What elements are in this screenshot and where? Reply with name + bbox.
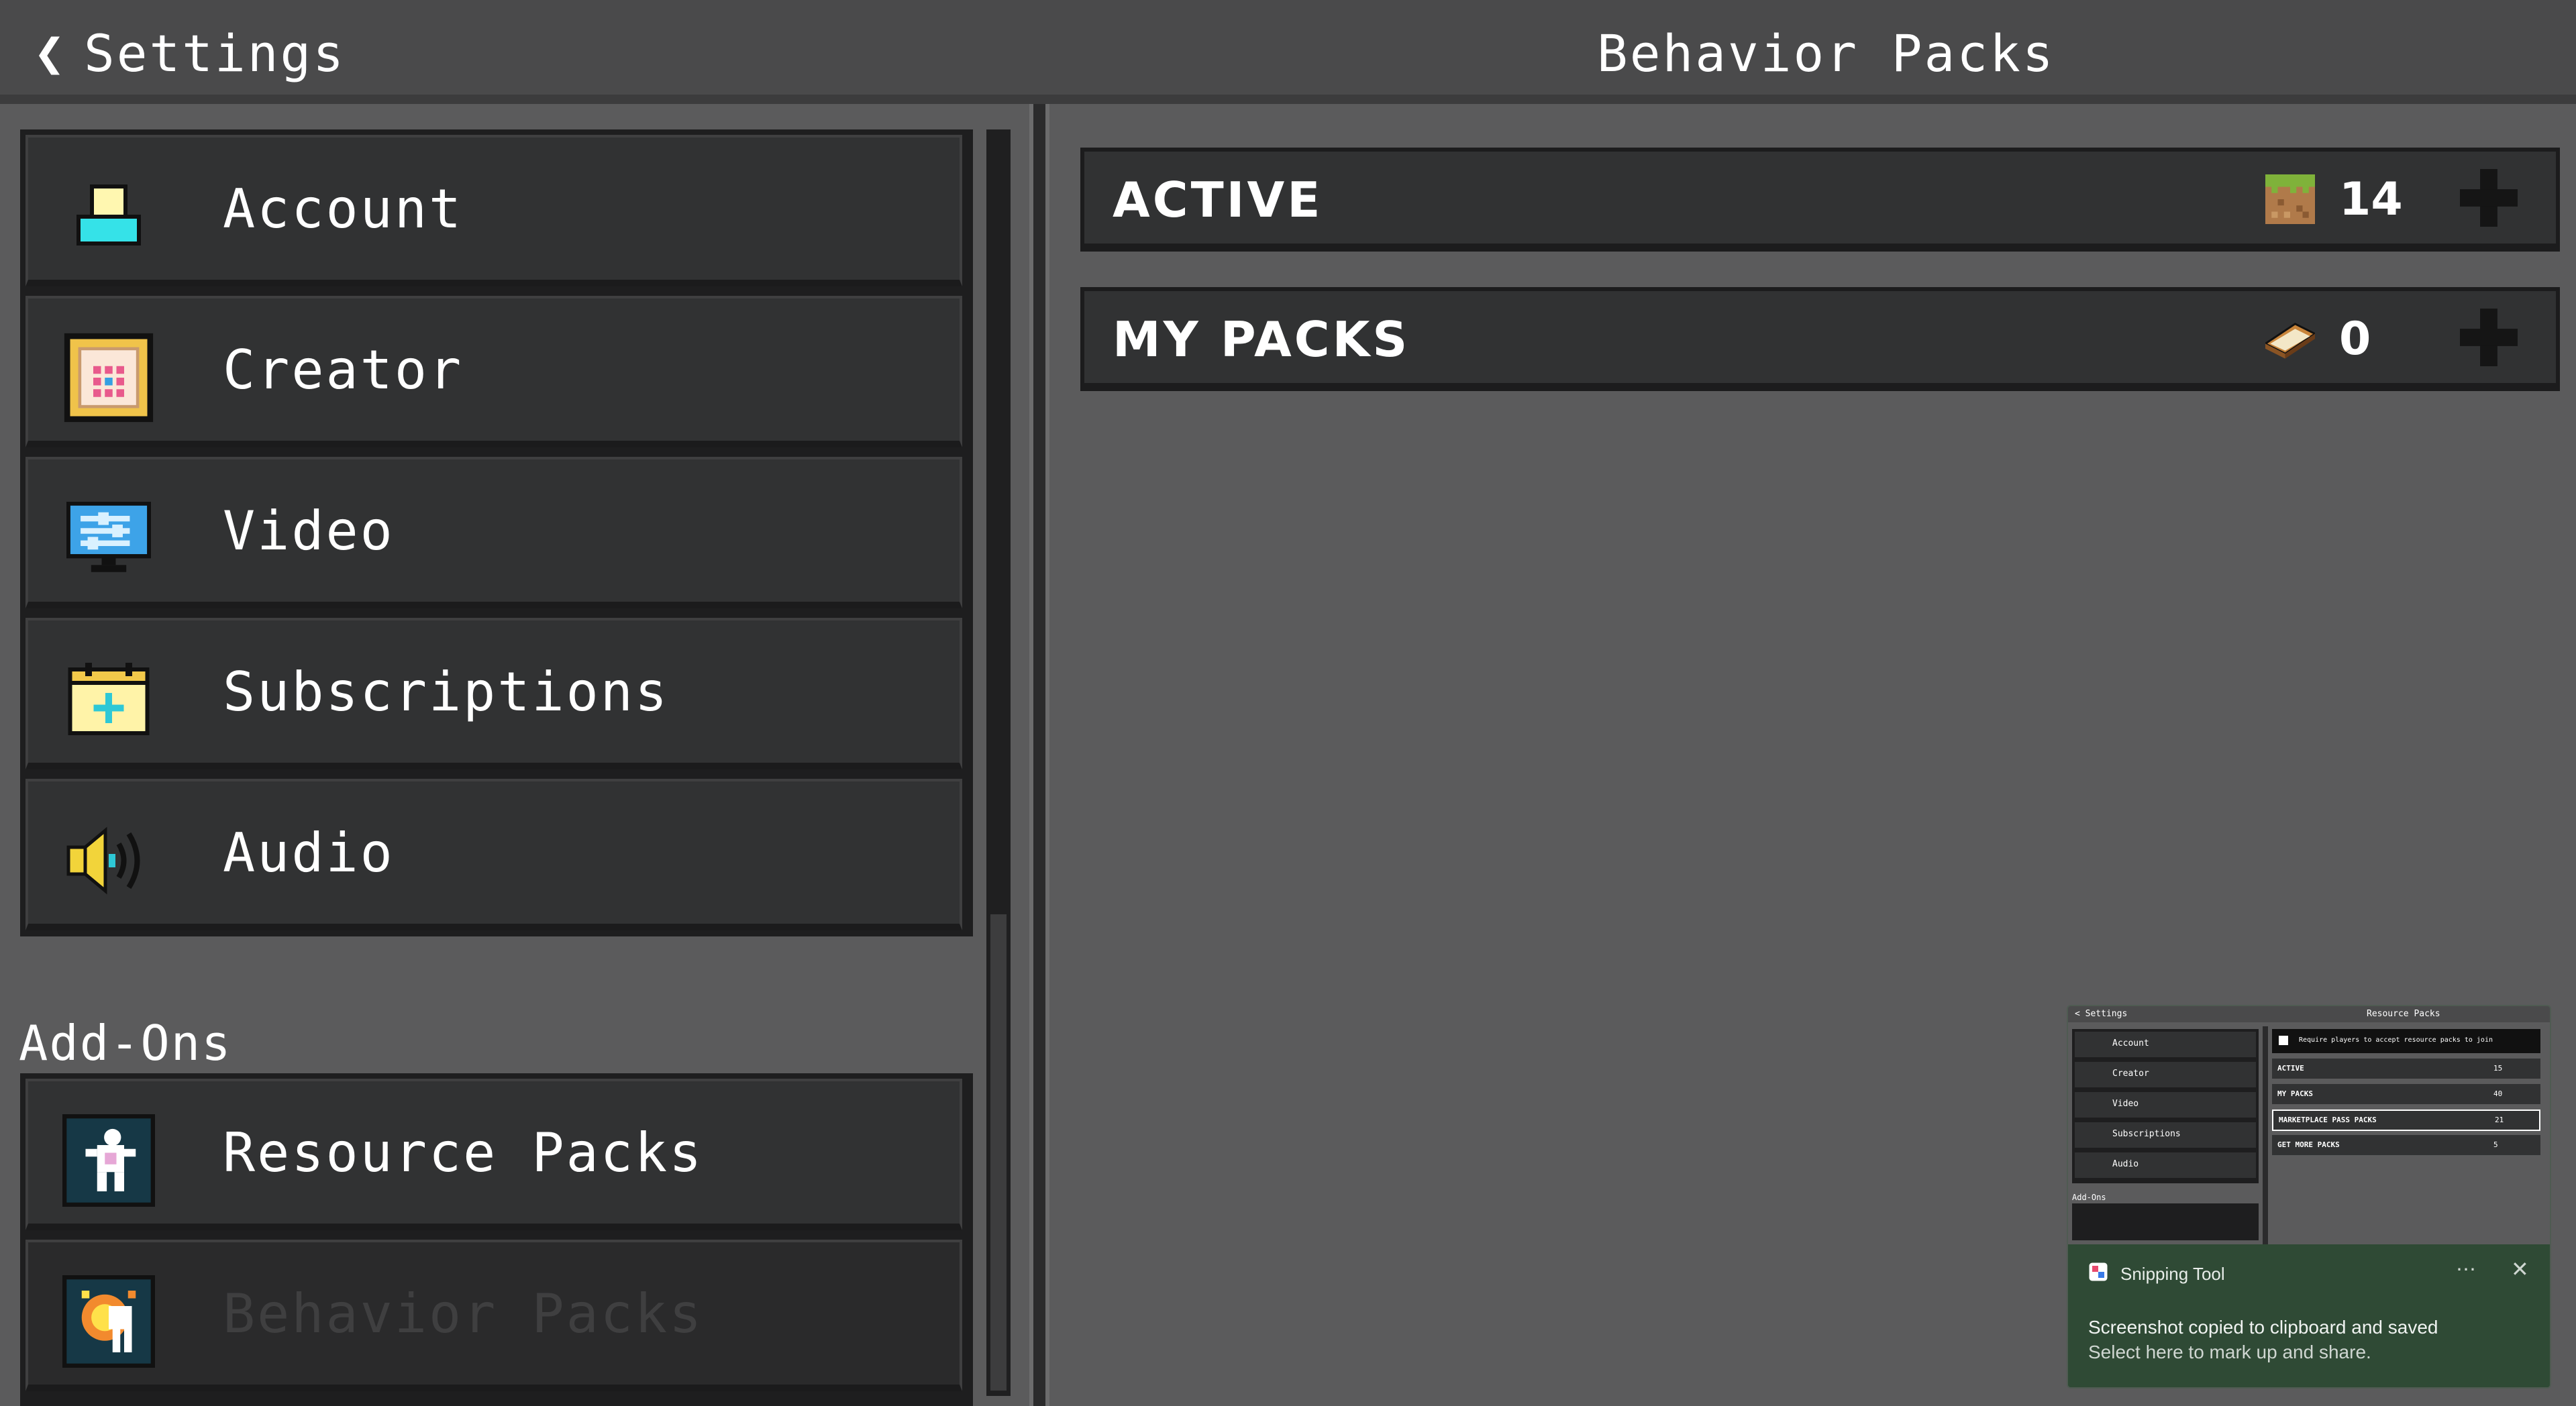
my-packs-label: MY PACKS bbox=[1113, 311, 1410, 368]
toast-sub-message: Select here to mark up and share. bbox=[2088, 1342, 2371, 1362]
sidebar-item-label: Resource Packs bbox=[223, 1121, 704, 1184]
thumb-title: Resource Packs bbox=[2367, 1009, 2440, 1019]
thumb-nav-group: Account Creator Video Subscriptions Audi… bbox=[2072, 1029, 2259, 1183]
thumb-row-label: MARKETPLACE PASS PACKS bbox=[2279, 1116, 2377, 1124]
scrollbar-thumb[interactable] bbox=[990, 914, 1007, 1391]
sidebar-item-subscriptions[interactable]: Subscriptions bbox=[25, 618, 962, 769]
expand-plus-icon[interactable] bbox=[2460, 169, 2518, 227]
active-packs-count: 14 bbox=[2339, 173, 2403, 226]
thumb-nav-label: Creator bbox=[2112, 1069, 2149, 1079]
sidebar-item-account[interactable]: Account bbox=[25, 135, 962, 286]
expand-plus-icon[interactable] bbox=[2460, 309, 2518, 366]
monitor-icon bbox=[62, 492, 156, 586]
more-options-icon[interactable]: ⋯ bbox=[2456, 1258, 2476, 1281]
toast-app-name: Snipping Tool bbox=[2120, 1264, 2225, 1284]
thumb-row-label: GET MORE PACKS bbox=[2277, 1140, 2340, 1149]
page-title: Behavior Packs bbox=[1597, 23, 2055, 83]
subscriptions-icon bbox=[62, 653, 156, 747]
sidebar-item-label: Account bbox=[223, 177, 464, 240]
thumb-row-count: 21 bbox=[2495, 1116, 2504, 1124]
grass-block-icon bbox=[2265, 174, 2315, 224]
snipping-tool-icon bbox=[2088, 1262, 2108, 1287]
thumb-row-label: ACTIVE bbox=[2277, 1064, 2304, 1073]
thumb-nav-label: Account bbox=[2112, 1038, 2149, 1048]
my-packs-count: 0 bbox=[2339, 313, 2371, 366]
sidebar-item-audio[interactable]: Audio bbox=[25, 779, 962, 930]
thumb-nav-label: Video bbox=[2112, 1099, 2139, 1109]
thumb-back-label: < Settings bbox=[2075, 1009, 2128, 1019]
sidebar-item-video[interactable]: Video bbox=[25, 457, 962, 608]
title-bar: ❮ Settings Behavior Packs bbox=[0, 0, 2576, 104]
behavior-pack-icon bbox=[62, 1275, 156, 1368]
my-packs-row[interactable]: MY PACKS 0 bbox=[1080, 287, 2560, 391]
toast-body[interactable]: Snipping Tool ⋯ ✕ Screenshot copied to c… bbox=[2068, 1244, 2550, 1387]
thumb-row-count: 40 bbox=[2493, 1089, 2503, 1098]
resource-pack-icon bbox=[62, 1114, 156, 1207]
snipping-tool-notification[interactable]: < Settings Resource Packs Account Creato… bbox=[2067, 1005, 2551, 1389]
toast-message: Screenshot copied to clipboard and saved bbox=[2088, 1317, 2438, 1338]
back-button[interactable]: ❮ Settings bbox=[34, 23, 346, 83]
account-icon bbox=[62, 170, 156, 264]
pane-divider bbox=[1029, 104, 1049, 1406]
sidebar-scrollbar[interactable] bbox=[986, 129, 1011, 1396]
sidebar-item-label: Creator bbox=[223, 338, 464, 401]
sidebar-item-resource-packs[interactable]: Resource Packs bbox=[25, 1079, 962, 1230]
settings-nav-group: Account Creator Video Subscriptions Audi… bbox=[20, 129, 973, 936]
close-icon[interactable]: ✕ bbox=[2511, 1256, 2529, 1282]
thumb-row-count: 15 bbox=[2493, 1064, 2503, 1073]
thumb-checkbox-label: Require players to accept resource packs… bbox=[2299, 1036, 2493, 1044]
sidebar-item-label: Behavior Packs bbox=[223, 1282, 704, 1345]
book-icon bbox=[2263, 314, 2317, 364]
thumb-nav-label: Audio bbox=[2112, 1159, 2139, 1169]
active-packs-label: ACTIVE bbox=[1113, 171, 1323, 228]
screenshot-thumbnail: < Settings Resource Packs Account Creato… bbox=[2068, 1006, 2550, 1244]
sidebar-item-creator[interactable]: Creator bbox=[25, 296, 962, 447]
sidebar-item-label: Video bbox=[223, 499, 395, 562]
back-label: Settings bbox=[83, 23, 346, 83]
thumb-section-label: Add-Ons bbox=[2072, 1193, 2106, 1202]
toast-app-header: Snipping Tool bbox=[2088, 1262, 2225, 1287]
thumb-row-label: MY PACKS bbox=[2277, 1089, 2313, 1098]
addons-nav-group: Resource Packs Behavior Packs bbox=[20, 1073, 973, 1406]
active-packs-row[interactable]: ACTIVE 14 bbox=[1080, 148, 2560, 252]
chevron-left-icon: ❮ bbox=[34, 23, 65, 83]
creator-icon bbox=[62, 331, 156, 425]
sidebar-item-label: Audio bbox=[223, 821, 395, 884]
sidebar-item-label: Subscriptions bbox=[223, 660, 670, 723]
thumb-row-count: 5 bbox=[2493, 1140, 2498, 1149]
addons-section-label: Add-Ons bbox=[19, 1015, 232, 1071]
thumb-nav-label: Subscriptions bbox=[2112, 1129, 2181, 1139]
thumb-checkbox-row: Require players to accept resource packs… bbox=[2272, 1029, 2540, 1053]
speaker-icon bbox=[62, 814, 156, 908]
settings-sidebar: Account Creator Video Subscriptions Audi… bbox=[0, 104, 1027, 1406]
sidebar-item-behavior-packs[interactable]: Behavior Packs bbox=[25, 1240, 962, 1391]
